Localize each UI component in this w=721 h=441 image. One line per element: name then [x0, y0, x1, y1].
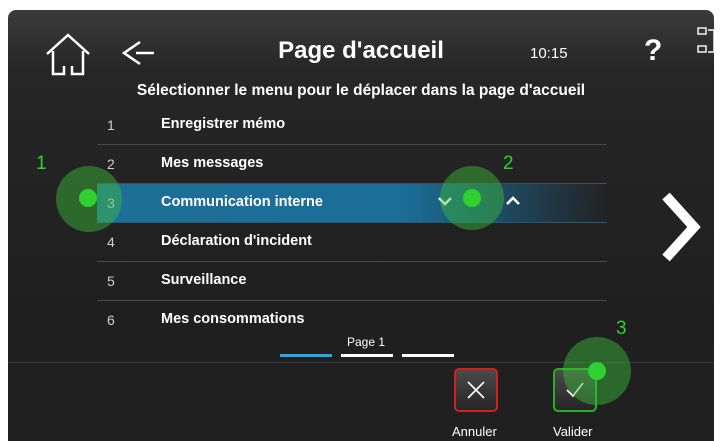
menu-item[interactable]: 5 Surveillance: [97, 262, 607, 301]
menu-item[interactable]: 4 Déclaration d'incident: [97, 223, 607, 262]
marker-number-3: 3: [616, 318, 627, 339]
header-bar: Page d'accueil 10:15 ?: [8, 10, 714, 88]
expand-window-icon[interactable]: [696, 26, 714, 56]
menu-item-label: Enregistrer mémo: [161, 116, 286, 132]
marker-number-2: 2: [503, 153, 514, 174]
menu-item-number: 2: [107, 156, 115, 172]
page-indicator-3[interactable]: [402, 354, 454, 357]
instruction-text: Sélectionner le menu pour le déplacer da…: [136, 82, 586, 99]
menu-item-label: Communication interne: [161, 194, 323, 210]
next-page-arrow-icon[interactable]: [660, 190, 702, 264]
help-button[interactable]: ?: [644, 34, 662, 68]
menu-item-label: Mes messages: [161, 155, 264, 171]
tap-marker-2-dot: [463, 189, 481, 207]
clock: 10:15: [530, 45, 568, 62]
cancel-button[interactable]: [454, 368, 498, 412]
page-indicator-1[interactable]: [280, 354, 332, 357]
menu-item-number: 1: [107, 117, 115, 133]
menu-item-number: 4: [107, 234, 115, 250]
move-up-icon[interactable]: [505, 193, 521, 209]
page-title: Page d'accueil: [278, 37, 444, 64]
page-indicator-2[interactable]: [341, 354, 393, 357]
tap-marker-1-dot: [79, 189, 97, 207]
cancel-label: Annuler: [452, 424, 497, 439]
menu-item[interactable]: 2 Mes messages: [97, 145, 607, 184]
menu-list: 1 Enregistrer mémo 2 Mes messages 3 Comm…: [97, 106, 607, 339]
marker-number-1: 1: [36, 153, 47, 174]
close-icon: [467, 381, 485, 399]
menu-item-label: Surveillance: [161, 272, 247, 288]
menu-item-selected[interactable]: 3 Communication interne: [97, 184, 607, 223]
menu-item-number: 5: [107, 273, 115, 289]
validate-label: Valider: [553, 424, 593, 439]
screen: Page d'accueil 10:15 ? Sélectionner le m…: [8, 10, 714, 441]
menu-item[interactable]: 6 Mes consommations: [97, 301, 607, 339]
menu-item-label: Mes consommations: [161, 311, 305, 327]
menu-item-number: 6: [107, 312, 115, 328]
menu-item[interactable]: 1 Enregistrer mémo: [97, 106, 607, 145]
menu-item-label: Déclaration d'incident: [161, 233, 312, 249]
tap-marker-3-dot: [588, 362, 606, 380]
pager-label: Page 1: [347, 335, 386, 349]
